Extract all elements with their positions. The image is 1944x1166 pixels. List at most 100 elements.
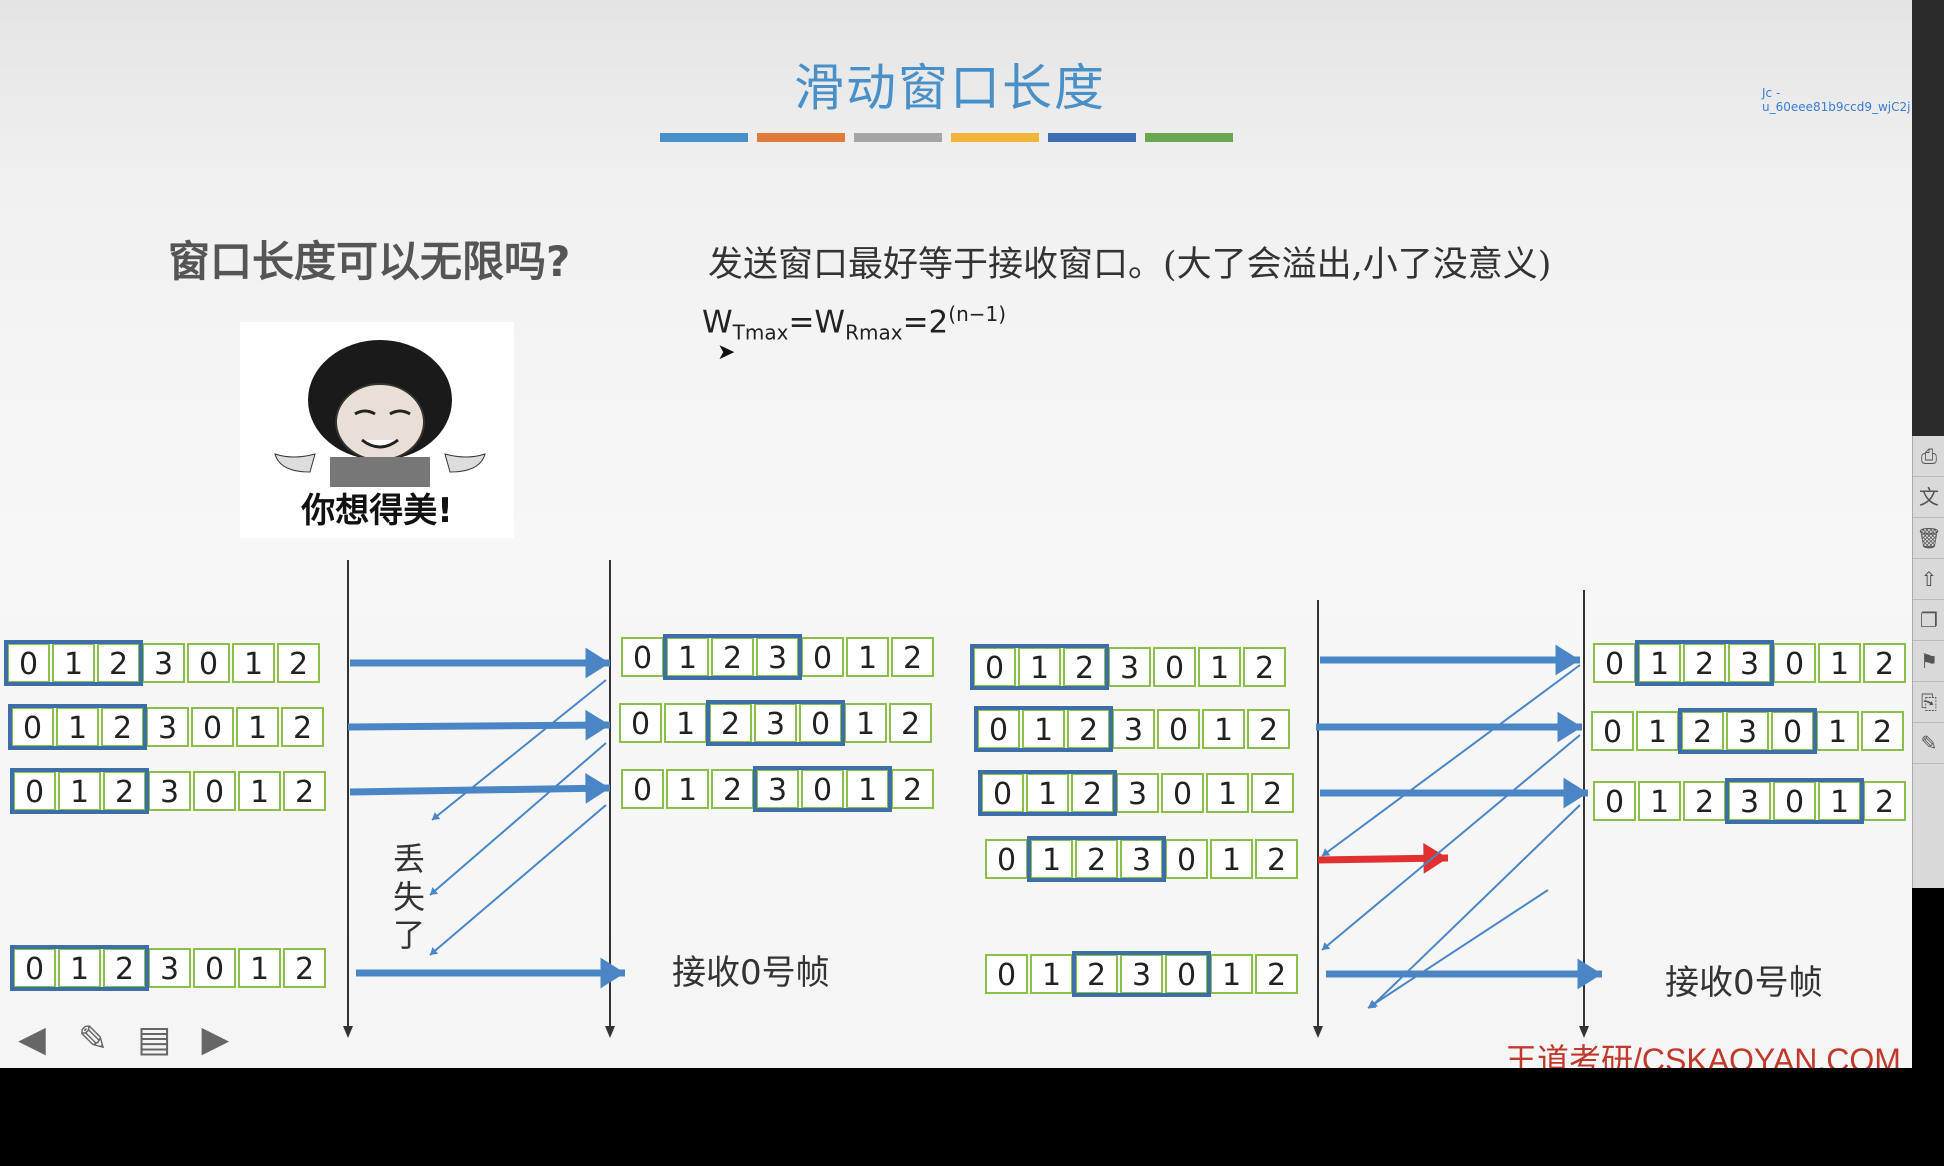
frame-number: 2: [723, 773, 742, 808]
frame-number: 1: [858, 641, 877, 676]
color-bar-segment: [1145, 133, 1233, 142]
frame-number: 0: [1169, 713, 1188, 748]
arrow-left-icon[interactable]: ◀: [12, 1020, 52, 1060]
lost-label: 丢失了: [393, 840, 426, 954]
frame-number: 0: [989, 713, 1008, 748]
data-arrow: [349, 784, 611, 796]
color-bar-segment: [854, 133, 942, 142]
attachment-icon[interactable]: ⎘: [1913, 682, 1944, 723]
frame-number: 1: [676, 707, 695, 742]
frame-number: 1: [70, 952, 89, 987]
frame-number: 2: [115, 775, 134, 810]
title-color-bar: [660, 133, 1242, 152]
side-tool-panel: ⎙ 文 🗑 ⇧ ❐ ⚑ ⎘ ✎: [1912, 436, 1944, 888]
frame-number: 1: [1222, 843, 1241, 878]
frame-number: 0: [633, 773, 652, 808]
frame-number: 1: [1030, 651, 1049, 686]
notes-icon[interactable]: ▤: [134, 1020, 174, 1060]
frame-number: 2: [1875, 785, 1894, 820]
frame-number: 0: [25, 952, 44, 987]
frame-number: 0: [25, 775, 44, 810]
delete-icon[interactable]: 🗑: [1913, 518, 1944, 559]
timeline-head: [605, 1026, 615, 1038]
pdf-icon[interactable]: ⎙: [1913, 436, 1944, 477]
formula-eq2: =2: [902, 304, 949, 341]
frame-number: 3: [1120, 651, 1139, 686]
bookmark-icon[interactable]: ⚑: [1913, 641, 1944, 682]
frame-number: 1: [70, 775, 89, 810]
frame-number: 1: [1648, 715, 1667, 750]
meme-image: 你想得美!: [240, 322, 514, 538]
frame-number: 1: [1830, 647, 1849, 682]
frame-number: 2: [1087, 843, 1106, 878]
frame-number: 2: [721, 707, 740, 742]
frame-number: 0: [1783, 715, 1802, 750]
frame-number: 3: [160, 775, 179, 810]
frame-number: 0: [1603, 715, 1622, 750]
frame-number: 0: [997, 843, 1016, 878]
color-bar-segment: [660, 133, 748, 142]
slide-nav: ◀ ✎ ▤ ▶: [12, 1020, 251, 1060]
frame-number: 1: [244, 647, 263, 682]
frame-number: 2: [1875, 647, 1894, 682]
slide: 滑动窗口长度 Jc - u_60eee81b9ccd9_wjC2j 窗口长度可以…: [0, 0, 1912, 1068]
frame-number: 2: [1255, 651, 1274, 686]
timeline-head: [1313, 1026, 1323, 1038]
frame-number: 3: [1124, 713, 1143, 748]
frame-number: 1: [856, 707, 875, 742]
frame-number: 0: [1785, 785, 1804, 820]
frame-number: 0: [1165, 651, 1184, 686]
frame-number: 3: [1740, 785, 1759, 820]
frame-number: 1: [1210, 651, 1229, 686]
frame-number: 0: [813, 641, 832, 676]
color-bar-segment: [757, 133, 845, 142]
frame-number: 1: [1042, 843, 1061, 878]
receive-frame-0-left: 接收0号帧: [672, 953, 830, 993]
frame-number: 0: [205, 775, 224, 810]
formula-sub-rmax: Rmax: [845, 320, 903, 345]
slide-title: 滑动窗口长度: [794, 59, 1106, 117]
frame-number: 1: [1650, 647, 1669, 682]
frame-number: 0: [633, 641, 652, 676]
frame-number: 1: [250, 775, 269, 810]
frame-number: 1: [1222, 958, 1241, 993]
frame-number: 1: [1828, 715, 1847, 750]
copy-icon[interactable]: ❐: [1913, 600, 1944, 641]
answer-text: 发送窗口最好等于接收窗口。(大了会溢出,小了没意义): [708, 245, 1552, 285]
frame-number: 2: [1267, 958, 1286, 993]
edit-icon[interactable]: ✎: [1913, 723, 1944, 764]
frame-number: 1: [858, 773, 877, 808]
arrow-right-icon[interactable]: ▶: [195, 1020, 235, 1060]
frame-number: 3: [768, 641, 787, 676]
data-arrow: [347, 721, 611, 731]
frame-number: 2: [293, 711, 312, 746]
upload-icon[interactable]: ⇧: [1913, 559, 1944, 600]
frame-number: 2: [903, 773, 922, 808]
frame-number: 2: [295, 952, 314, 987]
data-arrow-head: [600, 957, 625, 989]
side-panel-text-item[interactable]: 文: [1913, 477, 1944, 518]
frame-number: 3: [1132, 843, 1151, 878]
data-arrow-head: [585, 709, 610, 741]
frame-number: 2: [1259, 713, 1278, 748]
frame-number: 1: [248, 711, 267, 746]
data-arrow-head: [1577, 958, 1602, 990]
ack-arrow: [429, 742, 607, 896]
receive-frame-0-right: 接收0号帧: [1665, 963, 1823, 1003]
frame-number: 3: [1740, 647, 1759, 682]
frame-number: 0: [997, 958, 1016, 993]
frame-number: 0: [993, 777, 1012, 812]
formula-eq1: =W: [788, 304, 846, 341]
frame-number: 2: [289, 647, 308, 682]
frame-number: 1: [1038, 777, 1057, 812]
frame-number: 0: [1605, 785, 1624, 820]
ack-arrow: [429, 804, 607, 956]
pen-icon[interactable]: ✎: [73, 1020, 113, 1060]
frame-number: 0: [19, 647, 38, 682]
ack-arrow: [1367, 889, 1549, 1009]
frame-number: 2: [1873, 715, 1892, 750]
formula-w: W: [702, 304, 733, 341]
frame-number: 3: [154, 647, 173, 682]
frame-number: 0: [631, 707, 650, 742]
frame-number: 0: [813, 773, 832, 808]
